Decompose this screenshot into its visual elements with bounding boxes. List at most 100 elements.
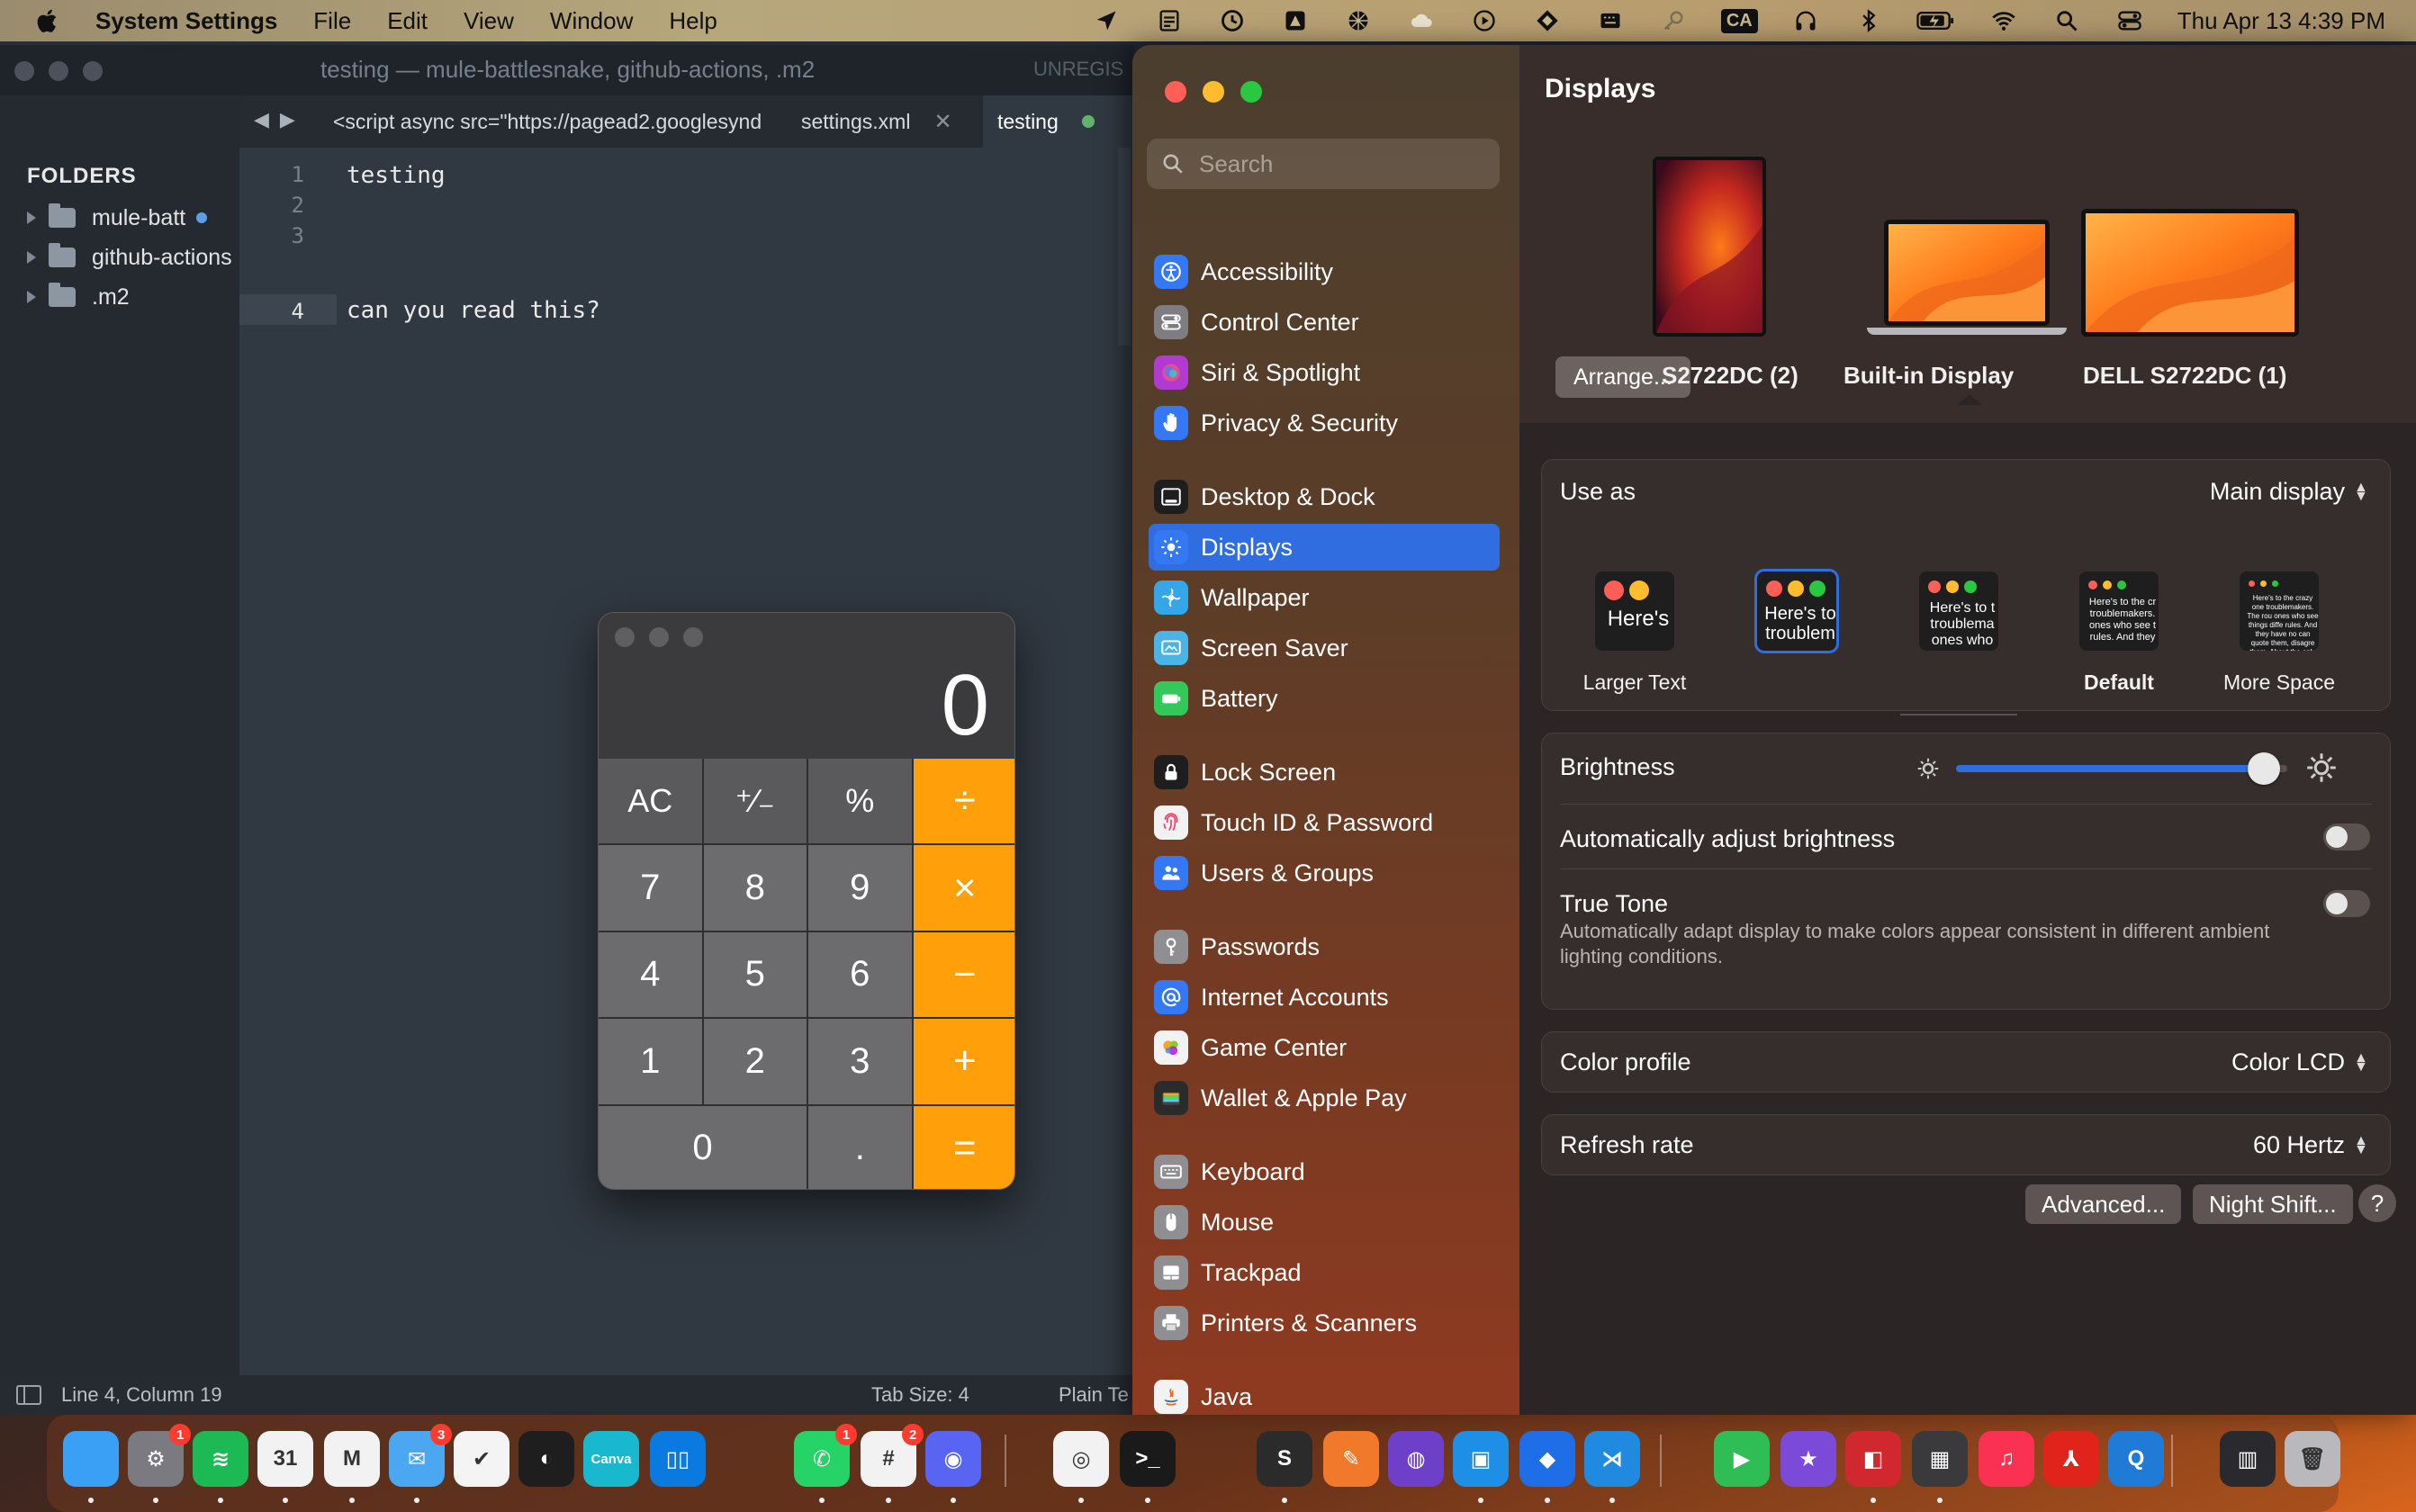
location-icon[interactable]: [1091, 8, 1122, 33]
decimal-key[interactable]: .: [808, 1105, 912, 1189]
system-settings-icon[interactable]: ⚙ 1: [128, 1424, 191, 1503]
display-thumbnail-builtin[interactable]: [1884, 220, 2050, 326]
search-field[interactable]: Search: [1147, 139, 1500, 189]
cursor-position[interactable]: Line 4, Column 19: [61, 1383, 222, 1407]
disclosure-triangle-icon[interactable]: [27, 291, 36, 303]
multiply-key[interactable]: ×: [913, 845, 1014, 931]
brightness-knob[interactable]: [2248, 752, 2281, 785]
wifi-icon[interactable]: [1988, 8, 2019, 33]
minimize-button[interactable]: [649, 627, 669, 647]
auto-brightness-toggle[interactable]: [2323, 824, 2370, 850]
mail-icon[interactable]: ✉ 3: [389, 1424, 452, 1503]
folder-item[interactable]: github-actions: [27, 239, 232, 275]
headphones-icon[interactable]: [1790, 8, 1821, 33]
file-menu[interactable]: File: [313, 7, 351, 35]
bluetooth-icon[interactable]: [1853, 8, 1884, 33]
add-key[interactable]: +: [913, 1019, 1014, 1104]
percent-key[interactable]: %: [808, 759, 912, 844]
display-thumbnail-portrait[interactable]: [1653, 157, 1766, 337]
key-status-icon[interactable]: [1658, 8, 1689, 33]
digit-4-key[interactable]: 4: [599, 932, 702, 1018]
sign-key[interactable]: ⁺∕₋: [703, 759, 807, 844]
quicktime-icon[interactable]: Q: [2108, 1431, 2164, 1487]
control-center-status-icon[interactable]: [2114, 8, 2145, 33]
zoom-button[interactable]: [1240, 81, 1262, 103]
screenshot-icon[interactable]: ▥: [2220, 1431, 2276, 1487]
grid-icon[interactable]: [1343, 8, 1374, 33]
spotify-icon[interactable]: ≋: [193, 1431, 248, 1503]
brightness-slider[interactable]: [1956, 752, 2287, 785]
menu-clock[interactable]: Thu Apr 13 4:39 PM: [2177, 7, 2385, 35]
notes-icon[interactable]: [1154, 8, 1185, 33]
sidebar-item-displays[interactable]: Displays: [1149, 524, 1500, 571]
view-menu[interactable]: View: [464, 7, 514, 35]
sidebar-item-keyboard[interactable]: Keyboard: [1149, 1148, 1500, 1195]
terminal-icon[interactable]: >_: [1120, 1431, 1176, 1503]
sidebar-item-control-center[interactable]: Control Center: [1149, 299, 1500, 346]
display-name-builtin[interactable]: Built-in Display: [1844, 362, 2014, 390]
whatsapp-icon[interactable]: ✆ 1: [794, 1424, 857, 1503]
finder-icon[interactable]: [63, 1431, 119, 1503]
app-menu[interactable]: System Settings: [95, 7, 277, 35]
sidebar-item-game-center[interactable]: Game Center: [1149, 1024, 1500, 1071]
minimize-button[interactable]: [1203, 81, 1224, 103]
display-name-dell-1[interactable]: DELL S2722DC (1): [2083, 362, 2286, 390]
minimap-scroll[interactable]: [1118, 148, 1131, 346]
canva-icon[interactable]: Canva: [583, 1431, 639, 1487]
slack-icon[interactable]: #2: [861, 1424, 924, 1503]
digit-6-key[interactable]: 6: [808, 932, 912, 1018]
digit-0-key[interactable]: 0: [599, 1105, 807, 1189]
tab-forward-icon[interactable]: ▶: [280, 108, 295, 131]
sidebar-item-users-groups[interactable]: Users & Groups: [1149, 850, 1500, 896]
digit-1-key[interactable]: 1: [599, 1019, 702, 1104]
window-menu[interactable]: Window: [550, 7, 633, 35]
sidebar-item-java[interactable]: Java: [1149, 1373, 1500, 1415]
imovie-icon[interactable]: ★: [1780, 1431, 1836, 1487]
sidebar-item-touch-id-password[interactable]: Touch ID & Password: [1149, 799, 1500, 846]
sidebar-item-internet-accounts[interactable]: Internet Accounts: [1149, 974, 1500, 1021]
calendar-icon[interactable]: 31: [257, 1431, 313, 1503]
sidebar-item-printers-scanners[interactable]: Printers & Scanners: [1149, 1300, 1500, 1346]
sidebar-toggle-icon[interactable]: [16, 1385, 41, 1405]
close-tab-icon[interactable]: ✕: [933, 109, 951, 135]
digit-5-key[interactable]: 5: [703, 932, 807, 1018]
sublime-icon[interactable]: S: [1257, 1431, 1312, 1503]
tab-script[interactable]: <script async src="https://pagead2.googl…: [319, 95, 785, 148]
trash-icon[interactable]: 🗑: [2285, 1431, 2340, 1487]
sidebar-item-passwords[interactable]: Passwords: [1149, 923, 1500, 970]
night-shift-button[interactable]: Night Shift...: [2193, 1184, 2353, 1224]
resolution-option[interactable]: Here's Larger Text: [1558, 572, 1711, 695]
sidebar-item-accessibility[interactable]: Accessibility: [1149, 248, 1500, 295]
use-as-popup[interactable]: Main display ▲ ▼: [2210, 478, 2368, 506]
digit-8-key[interactable]: 8: [703, 845, 807, 931]
sidebar-item-mouse[interactable]: Mouse: [1149, 1199, 1500, 1246]
close-button[interactable]: [1165, 81, 1186, 103]
sidebar-item-desktop-dock[interactable]: Desktop & Dock: [1149, 473, 1500, 520]
spotlight-icon[interactable]: [2051, 8, 2082, 33]
minimize-button[interactable]: [49, 61, 68, 81]
trello-icon[interactable]: ▯▯: [650, 1431, 706, 1487]
sidebar-item-wallpaper[interactable]: Wallpaper: [1149, 574, 1500, 621]
tasks-icon[interactable]: ✔: [454, 1431, 509, 1487]
sidebar-item-trackpad[interactable]: Trackpad: [1149, 1249, 1500, 1296]
color-profile-popup[interactable]: Color LCD ▲ ▼: [2231, 1048, 2368, 1076]
music-icon[interactable]: ♫: [1979, 1431, 2034, 1487]
pen-icon[interactable]: ✎: [1323, 1431, 1379, 1487]
discord-icon[interactable]: ◉: [925, 1431, 981, 1503]
cloud-icon[interactable]: [1406, 8, 1437, 33]
help-menu[interactable]: Help: [669, 7, 717, 35]
true-tone-toggle[interactable]: [2323, 890, 2370, 917]
vscode-icon[interactable]: ⋊: [1584, 1431, 1640, 1503]
github-desktop-icon[interactable]: ◍: [1388, 1431, 1444, 1487]
chrome-icon[interactable]: ◎: [1053, 1431, 1109, 1503]
drive-icon[interactable]: [1280, 8, 1311, 33]
close-button[interactable]: [14, 61, 34, 81]
digit-7-key[interactable]: 7: [599, 845, 702, 931]
sidebar-item-screen-saver[interactable]: Screen Saver: [1149, 625, 1500, 671]
syntax-selector[interactable]: Plain Te: [1059, 1383, 1129, 1407]
folder-item[interactable]: .m2: [27, 279, 130, 315]
divide-key[interactable]: ÷: [913, 759, 1014, 844]
calculator-icon[interactable]: ▦: [1912, 1431, 1968, 1503]
keyboard-status-icon[interactable]: [1595, 8, 1626, 33]
equals-key[interactable]: =: [913, 1105, 1014, 1189]
